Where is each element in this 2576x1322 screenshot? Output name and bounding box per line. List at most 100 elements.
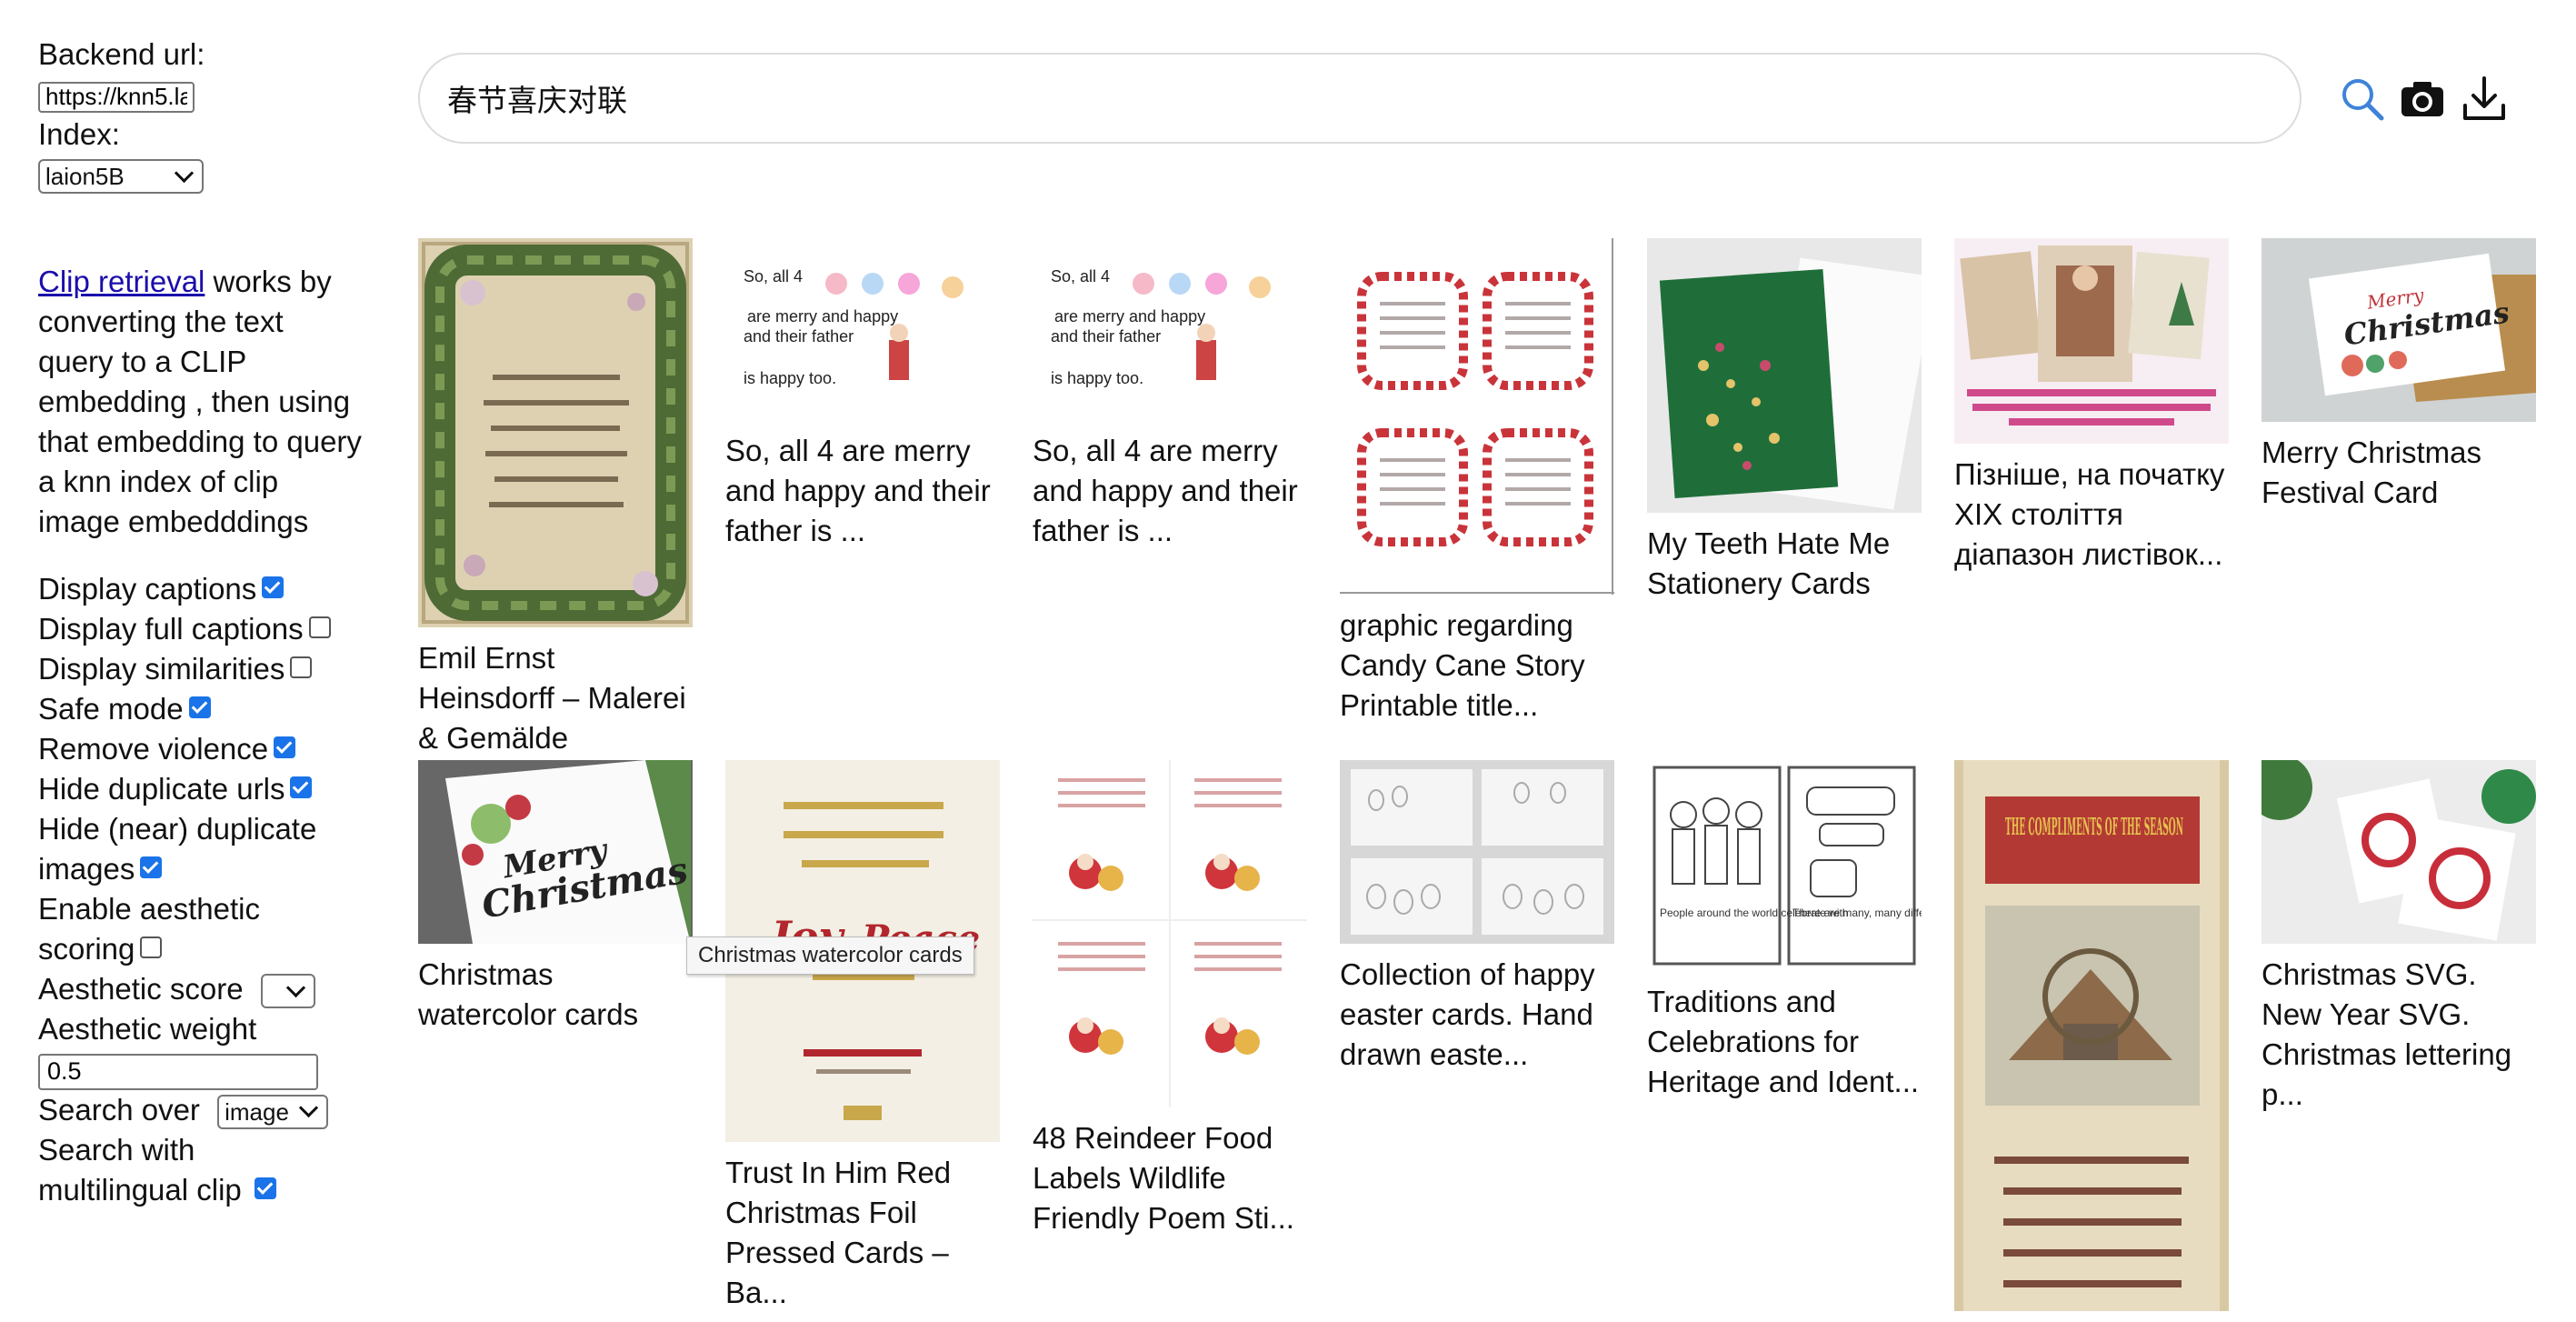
aesthetic-weight-input[interactable] [38,1053,318,1090]
option-search-over: Search over image [38,1090,365,1130]
result-image-vintage[interactable] [1954,238,2229,444]
result-caption: Traditions and Celebrations for Heritage… [1647,985,1920,1098]
display-similarities-checkbox[interactable] [290,656,313,679]
result-image-compliments[interactable]: THE COMPLIMENTS OF THE SEASON [1954,760,2229,1311]
search-icon[interactable] [2338,75,2387,124]
search-over-value: image [225,1097,289,1126]
index-label: Index: [38,117,120,151]
camera-icon[interactable] [2398,75,2447,124]
result-caption: So, all 4 are merry and happy and their … [725,434,991,547]
sketch-text-3: and their father [1051,327,1161,346]
chevron-down-icon [299,1098,319,1118]
display-captions-checkbox[interactable] [262,576,285,599]
search-over-label: Search over [38,1092,200,1127]
option-aesthetic-weight-input-row [38,1049,365,1090]
result-caption: Пізніше, на початку XIX століття діапазо… [1954,457,2225,571]
result-image-sketch[interactable]: So, all 4 are merry and happy and their … [725,238,1000,420]
option-label: Remove violence [38,732,269,766]
result-card[interactable]: graphic regarding Candy Cane Story Print… [1340,238,1614,726]
multilingual-clip-checkbox[interactable] [254,1177,276,1199]
result-card[interactable]: Merry Christmas Merry Christmas Festival… [2261,238,2536,513]
result-image-merry-card[interactable]: Merry Christmas [2261,238,2536,422]
result-card[interactable]: 48 Reindeer Food Labels Wildlife Friendl… [1033,760,1307,1238]
backend-url-label: Backend url: [38,37,205,71]
result-image-easter[interactable] [1340,760,1614,944]
sketch-text-1: So, all 4 [744,267,803,285]
hide-duplicate-urls-checkbox[interactable] [290,776,313,799]
result-caption: Trust In Him Red Christmas Foil Pressed … [725,1156,952,1309]
option-display-full-captions: Display full captions [38,609,365,649]
result-image-sketch[interactable]: So, all 4 are merry and happy and their … [1033,238,1307,420]
chevron-down-icon [174,163,195,183]
search-input[interactable]: 春节喜庆对联 [418,53,2301,144]
result-card[interactable]: Emil Ernst Heinsdorff – Malerei & Gemäld… [418,238,693,758]
aesthetic-score-label: Aesthetic score [38,972,244,1006]
result-image-green-card[interactable] [1647,238,1922,513]
option-multilingual-clip: Search with multilingual clip [38,1130,338,1210]
compliments-title: THE COMPLIMENTS OF THE SEASON [2005,814,2183,841]
result-image-frames[interactable] [1340,238,1614,595]
sketch-text-1: So, all 4 [1051,267,1110,285]
remove-violence-checkbox[interactable] [274,736,296,759]
download-icon[interactable] [2460,75,2509,124]
result-caption: So, all 4 are merry and happy and their … [1033,434,1298,547]
result-caption: 48 Reindeer Food Labels Wildlife Friendl… [1033,1121,1294,1235]
index-select[interactable]: laion5B [38,159,204,195]
result-image-coloring[interactable]: People around the world celebrate with T… [1647,760,1922,971]
hide-near-duplicate-images-checkbox[interactable] [140,856,163,879]
result-caption: Merry Christmas Festival Card [2261,436,2482,509]
result-card[interactable]: Collection of happy easter cards. Hand d… [1340,760,1614,1075]
result-image-watercolor[interactable]: Merry Christmas [418,760,693,944]
display-full-captions-checkbox[interactable] [308,616,331,639]
option-display-captions: Display captions [38,569,365,609]
settings-panel: Backend url: Index: laion5B Clip retriev… [38,35,365,1210]
result-caption: Christmas watercolor cards [418,957,639,1031]
option-enable-aesthetic-scoring: Enable aesthetic scoring [38,889,338,969]
description-text: works by converting the text query to a … [38,265,362,538]
result-card[interactable]: People around the world celebrate with T… [1647,760,1922,1102]
result-image-svg-cards[interactable] [2261,760,2536,944]
enable-aesthetic-scoring-checkbox[interactable] [140,936,163,959]
search-over-select[interactable]: image [217,1094,329,1129]
option-label: Search with multilingual clip [38,1132,242,1207]
option-label: Hide duplicate urls [38,772,285,806]
result-image-wreath[interactable] [418,238,693,627]
option-label: Safe mode [38,692,184,726]
option-label: Display similarities [38,652,285,686]
chevron-down-icon [285,977,305,997]
result-card[interactable]: My Teeth Hate Me Stationery Cards [1647,238,1922,604]
result-card[interactable]: So, all 4 are merry and happy and their … [1033,238,1307,551]
result-card[interactable]: So, all 4 are merry and happy and their … [725,238,1000,551]
result-caption: Emil Ernst Heinsdorff – Malerei & Gemäld… [418,641,686,755]
search-query: 春节喜庆对联 [447,83,627,118]
sketch-text-2: are merry and happy [747,307,898,325]
option-hide-near-duplicate-images: Hide (near) duplicate images [38,809,338,889]
aesthetic-weight-label: Aesthetic weight [38,1012,257,1046]
sketch-text-4: is happy too. [1051,369,1143,387]
result-card[interactable]: Christmas SVG. New Year SVG. Christmas l… [2261,760,2536,1115]
option-label: Hide (near) duplicate images [38,812,317,886]
result-card[interactable]: Пізніше, на початку XIX століття діапазо… [1954,238,2229,575]
option-remove-violence: Remove violence [38,729,365,769]
description: Clip retrieval works by converting the t… [38,262,365,542]
option-aesthetic-score: Aesthetic score [38,969,365,1009]
result-image-labels[interactable] [1033,760,1307,1107]
safe-mode-checkbox[interactable] [188,696,211,719]
result-card[interactable]: Merry Christmas Christmas watercolor car… [418,760,693,1035]
backend-url-input[interactable] [38,81,195,113]
sketch-text-3: and their father [744,327,854,346]
clip-retrieval-link[interactable]: Clip retrieval [38,265,205,298]
sketch-text-4: is happy too. [744,369,836,387]
coloring-text-2: There are many, many different holidays … [1792,906,1922,919]
index-select-value: laion5B [45,163,125,191]
result-card[interactable]: Joy Peace Trust In Him Red Christmas Foi… [725,760,1000,1313]
option-label: Display full captions [38,612,304,646]
result-caption: Collection of happy easter cards. Hand d… [1340,957,1595,1071]
option-safe-mode: Safe mode [38,689,365,729]
result-caption: My Teeth Hate Me Stationery Cards [1647,526,1891,600]
option-hide-duplicate-urls: Hide duplicate urls [38,769,365,809]
aesthetic-score-select[interactable] [260,974,315,1009]
option-display-similarities: Display similarities [38,649,365,689]
result-card[interactable]: THE COMPLIMENTS OF THE SEASON [1954,760,2229,1322]
result-caption: graphic regarding Candy Cane Story Print… [1340,608,1585,722]
